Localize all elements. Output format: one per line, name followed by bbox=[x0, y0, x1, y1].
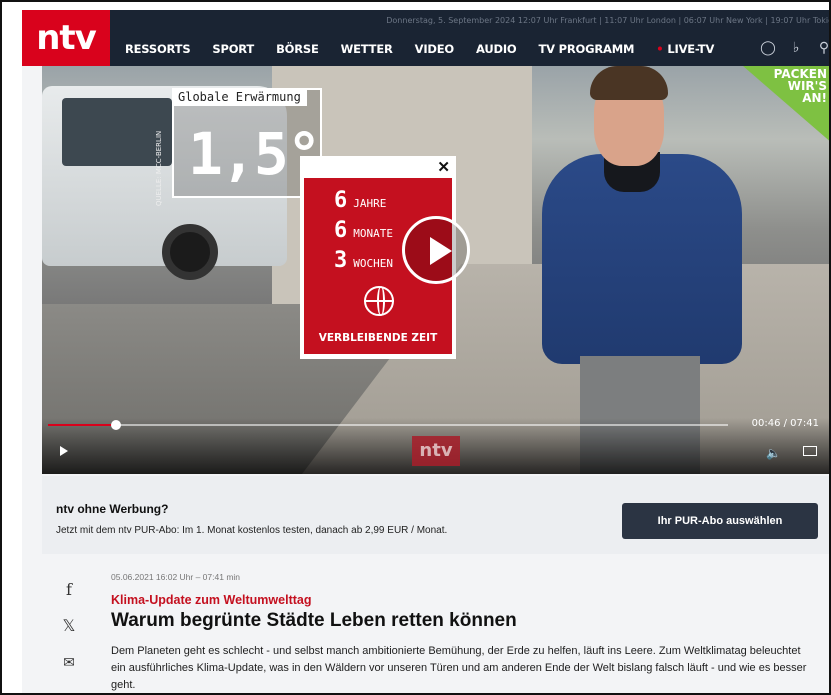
search-icon[interactable]: ⚲ bbox=[815, 38, 829, 56]
nav-item-live-tv[interactable]: LIVE-TV bbox=[656, 42, 714, 56]
countdown-months-unit: MONATE bbox=[353, 227, 393, 240]
van-wheel bbox=[162, 224, 218, 280]
temperature-label: Globale Erwärmung bbox=[172, 88, 307, 106]
nav-item-ressorts[interactable]: RESSORTS bbox=[125, 42, 191, 56]
ntv-logo[interactable]: ntv bbox=[22, 10, 110, 66]
fullscreen-icon[interactable] bbox=[803, 446, 817, 456]
close-icon[interactable]: ✕ bbox=[437, 158, 450, 176]
countdown-footer: VERBLEIBENDE ZEIT bbox=[318, 332, 438, 344]
nav-item-boerse[interactable]: BÖRSE bbox=[276, 42, 319, 56]
x-icon[interactable]: 𝕏 bbox=[59, 616, 79, 636]
player-controls: 00:46 / 07:41 ntv 🔈 bbox=[42, 418, 829, 474]
countdown-weeks-unit: WOCHEN bbox=[353, 257, 393, 270]
video-player[interactable]: QUELLE: MCC-BERLIN Globale Erwärmung 1,5… bbox=[42, 66, 829, 474]
facebook-icon[interactable]: f bbox=[59, 580, 79, 599]
bell-icon[interactable]: ♭ bbox=[787, 38, 805, 56]
play-icon[interactable] bbox=[402, 216, 470, 284]
time-display: 00:46 / 07:41 bbox=[751, 418, 819, 429]
countdown-years-number: 6 bbox=[334, 188, 348, 213]
volume-icon[interactable]: 🔈 bbox=[766, 446, 781, 460]
source-label: QUELLE: MCC-BERLIN bbox=[155, 130, 163, 206]
progress-bar[interactable] bbox=[48, 420, 728, 430]
countdown-months: 6 MONATE bbox=[334, 218, 393, 243]
article-meta: 05.06.2021 16:02 Uhr – 07:41 min bbox=[111, 572, 241, 582]
ntv-watermark: ntv bbox=[412, 436, 460, 466]
top-navigation: Donnerstag, 5. September 2024 12:07 Uhr … bbox=[22, 10, 831, 66]
nav-item-wetter[interactable]: WETTER bbox=[341, 42, 393, 56]
countdown-years: 6 JAHRE bbox=[334, 188, 386, 213]
pur-abo-button[interactable]: Ihr PUR-Abo auswählen bbox=[622, 503, 818, 539]
globe-icon bbox=[364, 286, 394, 316]
play-button-icon[interactable] bbox=[60, 446, 68, 456]
article-kicker[interactable]: Klima-Update zum Weltumwelttag bbox=[111, 593, 311, 607]
countdown-months-number: 6 bbox=[334, 218, 348, 243]
nav-item-audio[interactable]: AUDIO bbox=[476, 42, 517, 56]
article-teaser: Dem Planeten geht es schlecht - und selb… bbox=[111, 645, 807, 691]
nav-item-sport[interactable]: SPORT bbox=[212, 42, 254, 56]
nav-item-tv-programm[interactable]: TV PROGRAMM bbox=[539, 42, 635, 56]
article-title[interactable]: Warum begrünte Städte Leben retten könne… bbox=[111, 610, 517, 632]
promo-text: Jetzt mit dem ntv PUR-Abo: Im 1. Monat k… bbox=[56, 525, 448, 536]
dateline: Donnerstag, 5. September 2024 12:07 Uhr … bbox=[386, 16, 831, 25]
page: Donnerstag, 5. September 2024 12:07 Uhr … bbox=[22, 10, 831, 693]
nav-item-video[interactable]: VIDEO bbox=[415, 42, 455, 56]
progress-handle[interactable] bbox=[111, 420, 121, 430]
countdown-weeks: 3 WOCHEN bbox=[334, 248, 393, 273]
presenter-hair bbox=[590, 66, 668, 100]
mail-icon[interactable]: ✉ bbox=[59, 654, 79, 671]
promo-heading: ntv ohne Werbung? bbox=[56, 502, 169, 516]
countdown-weeks-number: 3 bbox=[334, 248, 348, 273]
article: f 𝕏 ✉ 05.06.2021 16:02 Uhr – 07:41 min K… bbox=[42, 558, 829, 693]
presenter bbox=[532, 66, 752, 474]
nav-icons: ◯ ♭ ⚲ bbox=[759, 38, 829, 56]
logo-text: ntv bbox=[36, 18, 97, 58]
campaign-banner: PACKEN WIR'S AN! bbox=[743, 66, 829, 144]
progress-played bbox=[48, 424, 116, 426]
banner-text: PACKEN WIR'S AN! bbox=[773, 67, 827, 105]
pur-abo-promo: ntv ohne Werbung? Jetzt mit dem ntv PUR-… bbox=[42, 476, 829, 554]
countdown-years-unit: JAHRE bbox=[353, 197, 387, 210]
user-icon[interactable]: ◯ bbox=[759, 38, 777, 56]
browser-frame: Donnerstag, 5. September 2024 12:07 Uhr … bbox=[0, 0, 831, 695]
nav-items: RESSORTS SPORT BÖRSE WETTER VIDEO AUDIO … bbox=[125, 42, 736, 56]
